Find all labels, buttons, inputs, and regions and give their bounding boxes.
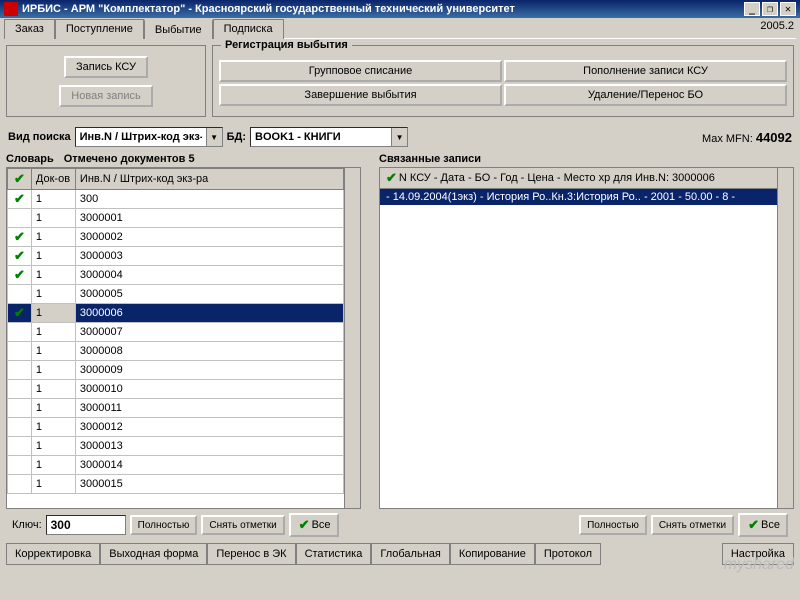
- table-row[interactable]: ✔1300: [8, 190, 344, 209]
- table-row[interactable]: 13000010: [8, 380, 344, 399]
- ksu-record-button[interactable]: Запись КСУ: [64, 56, 148, 78]
- bottom-button-5[interactable]: Копирование: [450, 543, 535, 565]
- bottom-button-2[interactable]: Перенос в ЭК: [207, 543, 295, 565]
- reg-button-2[interactable]: Завершение выбытия: [219, 84, 502, 106]
- linked-header: ✔ N КСУ - Дата - БО - Год - Цена - Место…: [380, 168, 777, 189]
- registration-legend: Регистрация выбытия: [221, 39, 352, 51]
- table-row[interactable]: 13000014: [8, 456, 344, 475]
- chevron-down-icon[interactable]: ▼: [206, 128, 222, 146]
- reg-button-3[interactable]: Удаление/Перенос БО: [504, 84, 787, 106]
- maximize-button[interactable]: ❐: [762, 2, 778, 16]
- table-row[interactable]: ✔13000004: [8, 266, 344, 285]
- linked-table: ✔ N КСУ - Дата - БО - Год - Цена - Место…: [379, 167, 794, 509]
- dictionary-title: Словарь: [6, 153, 54, 165]
- app-icon: [4, 2, 18, 16]
- table-row[interactable]: ✔13000003: [8, 247, 344, 266]
- scrollbar[interactable]: [777, 168, 793, 508]
- bottom-button-3[interactable]: Статистика: [296, 543, 372, 565]
- linked-title: Связанные записи: [379, 153, 481, 165]
- all-button[interactable]: ✔Все: [289, 513, 339, 537]
- close-button[interactable]: ✕: [780, 2, 796, 16]
- table-row[interactable]: 13000005: [8, 285, 344, 304]
- table-row[interactable]: 13000015: [8, 475, 344, 494]
- main-tabs: ЗаказПоступлениеВыбытиеПодписка: [0, 18, 288, 38]
- table-row[interactable]: 13000011: [8, 399, 344, 418]
- check-icon: ✔: [8, 169, 32, 190]
- marked-count: Отмечено документов 5: [64, 153, 195, 165]
- reg-button-0[interactable]: Групповое списание: [219, 60, 502, 82]
- full-button[interactable]: Полностью: [130, 515, 198, 535]
- bottom-toolbar: КорректировкаВыходная формаПеренос в ЭКС…: [0, 541, 800, 567]
- search-type-combo[interactable]: ▼: [75, 127, 223, 147]
- table-row[interactable]: 13000007: [8, 323, 344, 342]
- clear-marks-button[interactable]: Снять отметки: [201, 515, 284, 535]
- version-label: 2005.2: [760, 20, 794, 36]
- table-row[interactable]: 13000009: [8, 361, 344, 380]
- bottom-button-1[interactable]: Выходная форма: [100, 543, 207, 565]
- table-row[interactable]: 13000013: [8, 437, 344, 456]
- search-type-input[interactable]: [76, 128, 206, 146]
- check-icon: ✔: [384, 170, 399, 186]
- search-row: Вид поиска ▼ БД: ▼ Max MFN: 44092: [0, 123, 800, 151]
- bottom-button-0[interactable]: Корректировка: [6, 543, 100, 565]
- db-input[interactable]: [251, 128, 391, 146]
- search-type-label: Вид поиска: [8, 131, 71, 143]
- db-combo[interactable]: ▼: [250, 127, 408, 147]
- all-button-right[interactable]: ✔Все: [738, 513, 788, 537]
- registration-panel: Регистрация выбытия Групповое списаниеПо…: [212, 45, 794, 117]
- tab-3[interactable]: Подписка: [213, 19, 284, 39]
- table-row[interactable]: ✔13000002: [8, 228, 344, 247]
- bottom-button-6[interactable]: Протокол: [535, 543, 601, 565]
- reg-button-1[interactable]: Пополнение записи КСУ: [504, 60, 787, 82]
- tab-2[interactable]: Выбытие: [144, 19, 213, 39]
- minimize-button[interactable]: _: [744, 2, 760, 16]
- clear-marks-button-right[interactable]: Снять отметки: [651, 515, 734, 535]
- full-button-right[interactable]: Полностью: [579, 515, 647, 535]
- window-title: ИРБИС - АРМ "Комплектатор" - Красноярски…: [22, 3, 515, 15]
- titlebar: ИРБИС - АРМ "Комплектатор" - Красноярски…: [0, 0, 800, 18]
- max-mfn: Max MFN: 44092: [702, 130, 792, 145]
- scrollbar[interactable]: [344, 168, 360, 508]
- table-row[interactable]: 13000012: [8, 418, 344, 437]
- chevron-down-icon[interactable]: ▼: [391, 128, 407, 146]
- list-item[interactable]: - 14.09.2004(1экз) - История Ро..Кн.3:Ис…: [380, 189, 777, 205]
- db-label: БД:: [227, 131, 246, 143]
- key-label: Ключ:: [12, 519, 42, 531]
- table-row[interactable]: 13000008: [8, 342, 344, 361]
- ksu-panel: Запись КСУ Новая запись: [6, 45, 206, 117]
- dictionary-table: ✔Док-овИнв.N / Штрих-код экз-ра✔13001300…: [6, 167, 361, 509]
- table-row[interactable]: 13000001: [8, 209, 344, 228]
- tab-1[interactable]: Поступление: [55, 19, 144, 39]
- new-record-button[interactable]: Новая запись: [59, 85, 152, 107]
- settings-button[interactable]: Настройка: [722, 543, 794, 565]
- check-icon: ✔: [746, 517, 761, 533]
- key-input[interactable]: [46, 515, 126, 535]
- splitter[interactable]: [367, 151, 373, 541]
- bottom-button-4[interactable]: Глобальная: [371, 543, 449, 565]
- check-icon: ✔: [297, 517, 312, 533]
- tab-0[interactable]: Заказ: [4, 19, 55, 39]
- table-row[interactable]: ✔13000006: [8, 304, 344, 323]
